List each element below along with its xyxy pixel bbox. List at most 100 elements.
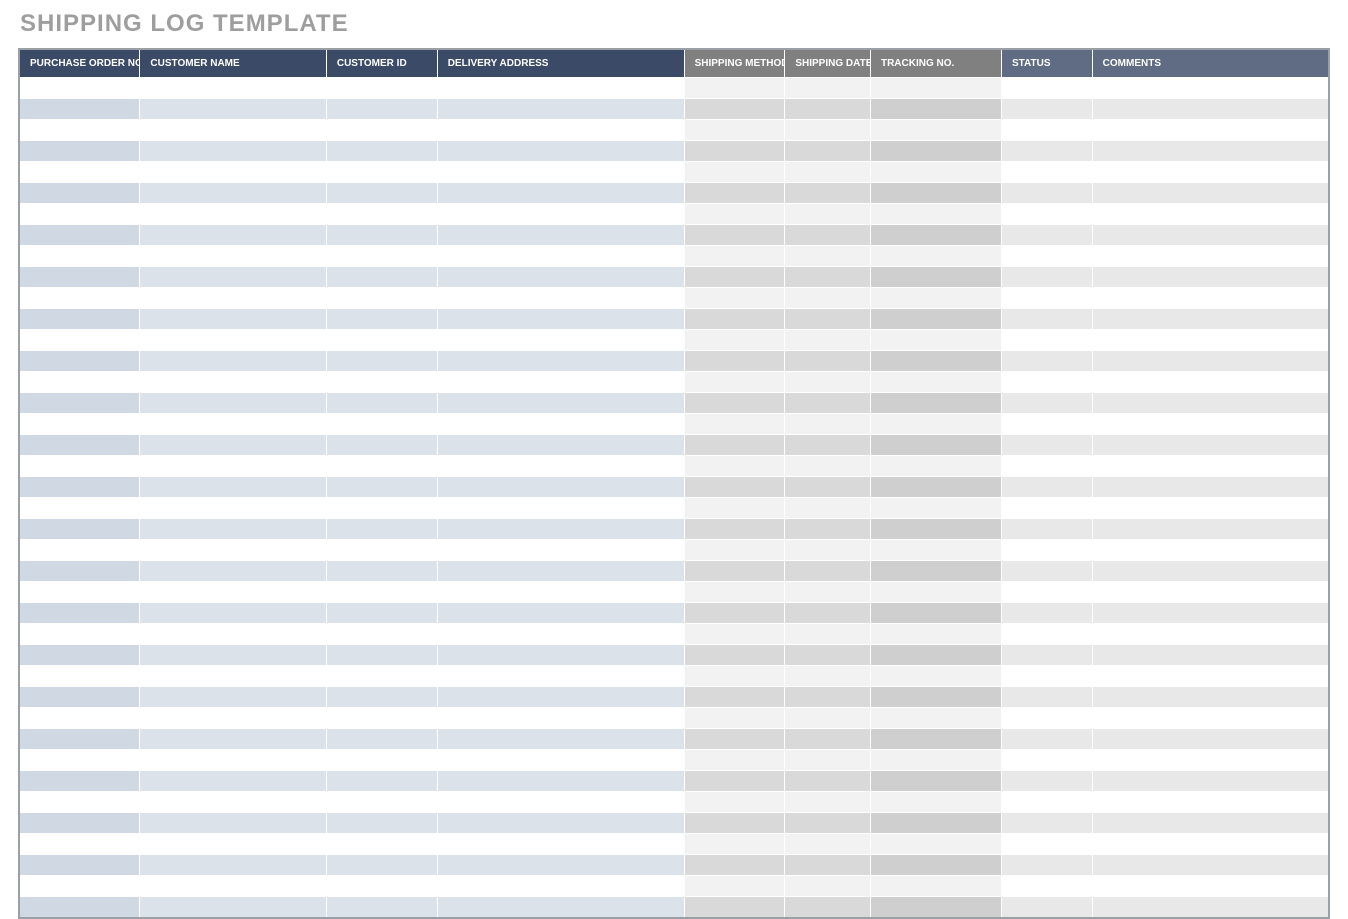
cell[interactable] xyxy=(140,225,326,246)
cell[interactable] xyxy=(19,288,140,309)
cell[interactable] xyxy=(684,855,785,876)
cell[interactable] xyxy=(326,288,437,309)
cell[interactable] xyxy=(326,162,437,183)
cell[interactable] xyxy=(437,603,684,624)
cell[interactable] xyxy=(326,813,437,834)
cell[interactable] xyxy=(19,687,140,708)
cell[interactable] xyxy=(785,855,871,876)
cell[interactable] xyxy=(140,540,326,561)
cell[interactable] xyxy=(1001,141,1092,162)
cell[interactable] xyxy=(785,561,871,582)
cell[interactable] xyxy=(785,435,871,456)
cell[interactable] xyxy=(326,351,437,372)
cell[interactable] xyxy=(1001,309,1092,330)
cell[interactable] xyxy=(684,372,785,393)
cell[interactable] xyxy=(785,204,871,225)
cell[interactable] xyxy=(19,519,140,540)
cell[interactable] xyxy=(870,414,1001,435)
cell[interactable] xyxy=(1001,876,1092,897)
cell[interactable] xyxy=(1001,729,1092,750)
cell[interactable] xyxy=(19,603,140,624)
cell[interactable] xyxy=(870,309,1001,330)
cell[interactable] xyxy=(684,603,785,624)
cell[interactable] xyxy=(326,540,437,561)
cell[interactable] xyxy=(1092,225,1329,246)
cell[interactable] xyxy=(437,540,684,561)
cell[interactable] xyxy=(870,834,1001,855)
cell[interactable] xyxy=(785,414,871,435)
cell[interactable] xyxy=(870,561,1001,582)
cell[interactable] xyxy=(437,582,684,603)
cell[interactable] xyxy=(785,519,871,540)
cell[interactable] xyxy=(1092,771,1329,792)
cell[interactable] xyxy=(1092,183,1329,204)
cell[interactable] xyxy=(19,477,140,498)
cell[interactable] xyxy=(437,792,684,813)
cell[interactable] xyxy=(870,771,1001,792)
cell[interactable] xyxy=(684,78,785,99)
cell[interactable] xyxy=(785,624,871,645)
cell[interactable] xyxy=(19,498,140,519)
cell[interactable] xyxy=(684,582,785,603)
cell[interactable] xyxy=(326,120,437,141)
cell[interactable] xyxy=(437,645,684,666)
cell[interactable] xyxy=(684,351,785,372)
cell[interactable] xyxy=(1092,120,1329,141)
cell[interactable] xyxy=(785,120,871,141)
cell[interactable] xyxy=(326,666,437,687)
cell[interactable] xyxy=(1092,603,1329,624)
cell[interactable] xyxy=(19,435,140,456)
cell[interactable] xyxy=(785,876,871,897)
cell[interactable] xyxy=(870,687,1001,708)
cell[interactable] xyxy=(437,78,684,99)
cell[interactable] xyxy=(19,456,140,477)
cell[interactable] xyxy=(1001,519,1092,540)
cell[interactable] xyxy=(684,225,785,246)
cell[interactable] xyxy=(870,603,1001,624)
cell[interactable] xyxy=(1001,372,1092,393)
cell[interactable] xyxy=(140,330,326,351)
cell[interactable] xyxy=(326,771,437,792)
cell[interactable] xyxy=(326,435,437,456)
cell[interactable] xyxy=(19,141,140,162)
cell[interactable] xyxy=(140,666,326,687)
cell[interactable] xyxy=(437,225,684,246)
cell[interactable] xyxy=(1001,834,1092,855)
cell[interactable] xyxy=(140,267,326,288)
cell[interactable] xyxy=(1001,330,1092,351)
cell[interactable] xyxy=(1092,78,1329,99)
cell[interactable] xyxy=(326,519,437,540)
cell[interactable] xyxy=(1001,225,1092,246)
cell[interactable] xyxy=(437,141,684,162)
cell[interactable] xyxy=(437,750,684,771)
cell[interactable] xyxy=(437,330,684,351)
cell[interactable] xyxy=(140,372,326,393)
cell[interactable] xyxy=(684,141,785,162)
cell[interactable] xyxy=(437,372,684,393)
cell[interactable] xyxy=(870,246,1001,267)
cell[interactable] xyxy=(1092,456,1329,477)
cell[interactable] xyxy=(437,561,684,582)
cell[interactable] xyxy=(326,330,437,351)
cell[interactable] xyxy=(140,624,326,645)
cell[interactable] xyxy=(140,288,326,309)
cell[interactable] xyxy=(785,351,871,372)
cell[interactable] xyxy=(870,876,1001,897)
cell[interactable] xyxy=(1092,204,1329,225)
cell[interactable] xyxy=(785,162,871,183)
cell[interactable] xyxy=(870,183,1001,204)
cell[interactable] xyxy=(1092,267,1329,288)
cell[interactable] xyxy=(870,99,1001,120)
cell[interactable] xyxy=(870,267,1001,288)
cell[interactable] xyxy=(870,393,1001,414)
cell[interactable] xyxy=(19,582,140,603)
cell[interactable] xyxy=(1092,519,1329,540)
cell[interactable] xyxy=(785,330,871,351)
cell[interactable] xyxy=(326,561,437,582)
cell[interactable] xyxy=(1001,708,1092,729)
cell[interactable] xyxy=(870,456,1001,477)
cell[interactable] xyxy=(326,204,437,225)
cell[interactable] xyxy=(1092,99,1329,120)
cell[interactable] xyxy=(140,792,326,813)
cell[interactable] xyxy=(326,792,437,813)
